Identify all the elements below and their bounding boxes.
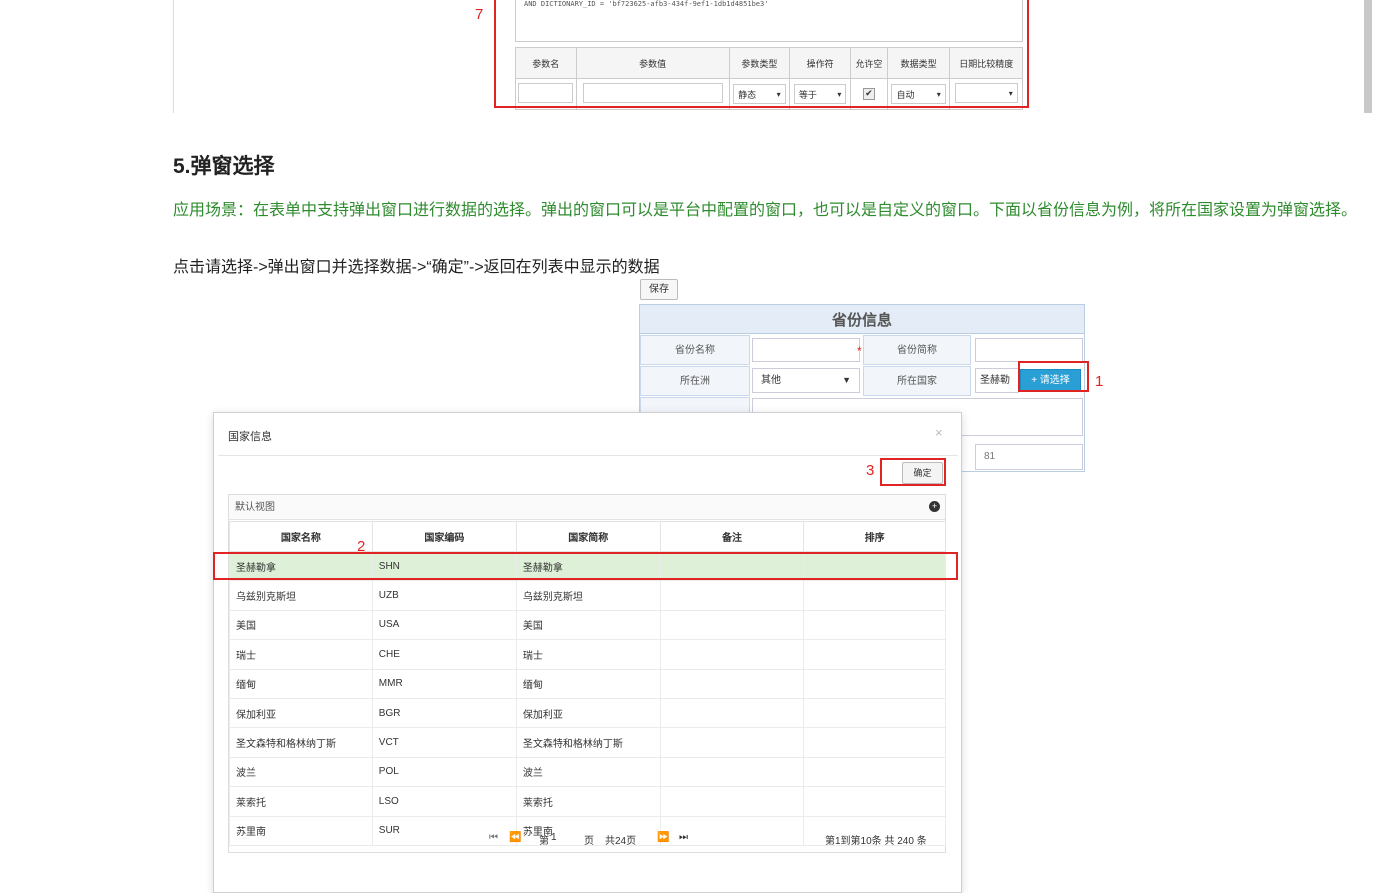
table-cell: 莱索托 [229,786,373,817]
col-header-short[interactable]: 国家简称 [515,521,661,552]
annotation-number-1: 1 [1095,373,1104,390]
col-header-sort[interactable]: 排序 [803,521,946,552]
annotation-box-3 [880,458,946,486]
continent-label: 所在洲 [640,366,750,396]
table-cell [803,697,946,729]
total-pages: 共24页 [605,836,637,847]
annotation-box-2 [213,552,958,580]
table-cell: 莱索托 [515,786,661,817]
table-cell: 圣文森特和格林纳丁斯 [229,727,373,758]
table-cell: 保加利亚 [515,697,661,729]
table-cell [659,639,805,670]
chevron-down-icon: ▼ [842,375,851,385]
province-name-input[interactable] [752,338,860,362]
table-cell: 瑞士 [229,639,373,670]
save-button[interactable]: 保存 [640,279,678,300]
table-cell [803,727,946,758]
table-cell: 波兰 [515,756,661,788]
table-row[interactable]: 瑞士 CHE 瑞士 [229,639,946,670]
col-header-name[interactable]: 国家名称 [229,521,373,552]
table-cell [803,580,946,611]
province-short-input[interactable] [975,338,1083,362]
col-header-code[interactable]: 国家编码 [371,521,517,552]
section-title: 5.弹窗选择 [173,155,275,178]
last-page-icon[interactable]: ⏭ [679,832,688,843]
record-summary: 第1到第10条 共 240 条 [825,836,927,847]
table-cell: 波兰 [229,756,373,788]
annotation-number-7: 7 [475,6,484,23]
province-form-title: 省份信息 [639,304,1085,334]
table-cell: POL [371,756,517,788]
table-row[interactable]: 波兰 POL 波兰 [229,756,946,788]
table-cell: UZB [371,580,517,611]
table-cell: USA [371,609,517,641]
table-row[interactable]: 莱索托 LSO 莱索托 [229,786,946,817]
dialog-title: 国家信息 [228,431,272,443]
country-label: 所在国家 [863,366,971,396]
expand-plus-icon[interactable]: + [929,501,940,512]
table-cell: LSO [371,786,517,817]
table-cell [803,756,946,788]
required-mark: * [857,344,862,358]
table-cell: 乌兹别克斯坦 [229,580,373,611]
annotation-box-1 [1018,361,1089,392]
table-cell [659,786,805,817]
table-cell: 乌兹别克斯坦 [515,580,661,611]
table-row[interactable]: 缅甸 MMR 缅甸 [229,668,946,699]
table-cell: 圣文森特和格林纳丁斯 [515,727,661,758]
table-row[interactable]: 美国 USA 美国 [229,609,946,641]
page-scrollbar[interactable] [1364,0,1372,113]
close-icon[interactable]: × [935,425,943,440]
next-page-icon[interactable]: ⏩ [657,832,669,843]
col-header-remark[interactable]: 备注 [659,521,805,552]
table-cell: 瑞士 [515,639,661,670]
table-cell: VCT [371,727,517,758]
table-cell: 美国 [229,609,373,641]
table-row[interactable]: 乌兹别克斯坦 UZB 乌兹别克斯坦 [229,580,946,611]
table-row[interactable]: 保加利亚 BGR 保加利亚 [229,697,946,729]
province-short-label: 省份简称 [863,335,971,365]
table-cell: 保加利亚 [229,697,373,729]
table-cell: 缅甸 [229,668,373,699]
table-cell: MMR [371,668,517,699]
annotation-number-2: 2 [357,538,366,555]
table-cell [659,609,805,641]
table-cell [659,756,805,788]
table-cell [659,727,805,758]
table-cell: 美国 [515,609,661,641]
page-suffix: 页 [584,836,594,847]
scenario-description: 应用场景：在表单中支持弹出窗口进行数据的选择。弹出的窗口可以是平台中配置的窗口，… [173,202,1358,219]
annotation-box-7 [494,0,1029,108]
table-cell [803,609,946,641]
continent-select[interactable]: 其他 ▼ [752,368,860,393]
table-cell: CHE [371,639,517,670]
table-cell [659,697,805,729]
table-cell: 缅甸 [515,668,661,699]
province-name-label: 省份名称 [640,335,750,365]
page-number-input[interactable]: 1 [551,832,579,843]
dialog-divider [218,455,958,456]
table-cell: BGR [371,697,517,729]
grid-view-label: 默认视图 [229,495,945,520]
table-cell [803,668,946,699]
prev-page-icon[interactable]: ⏪ [509,832,521,843]
page-prefix: 第 [539,836,549,847]
table-cell [659,668,805,699]
country-value-field: 圣赫勒 [975,368,1019,393]
content-left-border [173,0,174,113]
table-cell [659,580,805,611]
table-cell [803,639,946,670]
first-page-icon[interactable]: ⏮ [489,832,498,843]
continent-value: 其他 [761,375,781,386]
pagination-bar: ⏮ ⏪ 第 1 页 共24页 ⏩ ⏭ 第1到第10条 共 240 条 [229,826,945,852]
sort-input[interactable]: 81 [975,444,1083,470]
table-cell [803,786,946,817]
annotation-number-3: 3 [866,462,875,479]
table-row[interactable]: 圣文森特和格林纳丁斯 VCT 圣文森特和格林纳丁斯 [229,727,946,758]
steps-description: 点击请选择->弹出窗口并选择数据->“确定”->返回在列表中显示的数据 [173,259,660,276]
